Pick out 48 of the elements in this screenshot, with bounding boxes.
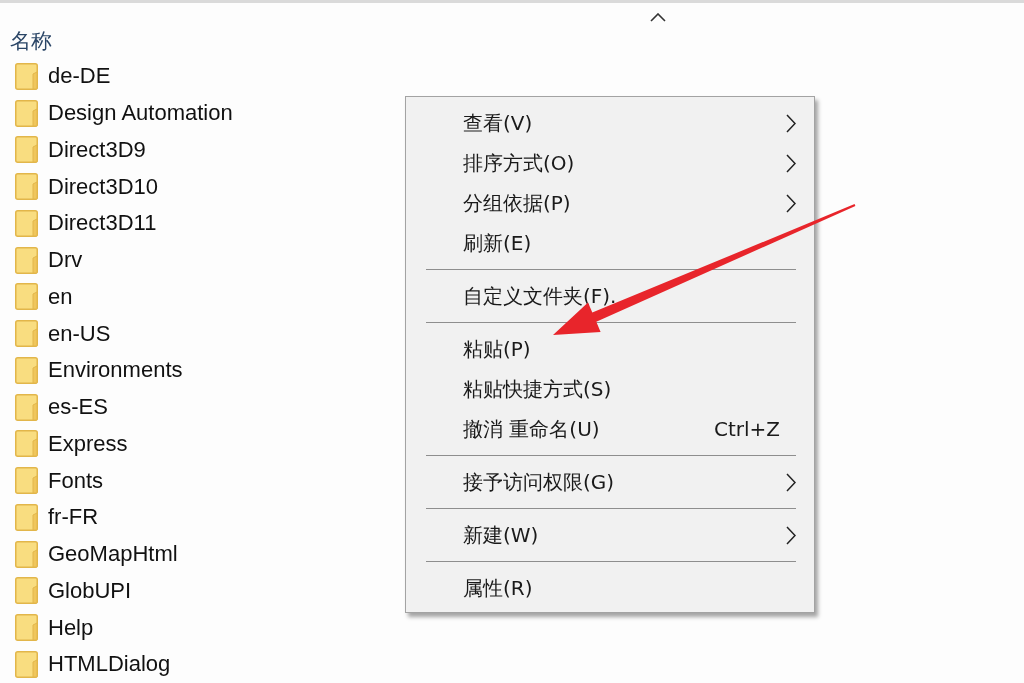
folder-name[interactable]: es-ES: [48, 394, 108, 421]
folder-icon: [15, 614, 38, 642]
folder-icon: [15, 173, 38, 201]
menu-item[interactable]: 接予访问权限(G): [406, 462, 814, 502]
folder-icon: [15, 393, 38, 421]
folder-name[interactable]: Direct3D9: [48, 136, 146, 163]
folder-icon: [15, 209, 38, 237]
folder-name[interactable]: de-DE: [48, 63, 111, 90]
menu-item[interactable]: 自定义文件夹(F).: [406, 276, 814, 316]
folder-icon: [15, 650, 38, 678]
folder-name[interactable]: GeoMapHtml: [48, 541, 178, 568]
folder-icon: [15, 136, 38, 164]
chevron-up-icon: [650, 13, 666, 22]
menu-item[interactable]: 刷新(E): [406, 223, 814, 263]
folder-icon: [15, 283, 38, 311]
folder-name[interactable]: Direct3D11: [48, 210, 157, 237]
folder-name[interactable]: fr-FR: [48, 504, 99, 531]
menu-item[interactable]: 粘贴快捷方式(S): [406, 369, 814, 409]
menu-item[interactable]: 新建(W): [406, 515, 814, 555]
shortcut-text: Ctrl+Z: [713, 417, 780, 441]
folder-icon: [15, 430, 38, 458]
folder-icon: [15, 503, 38, 531]
folder-icon: [15, 62, 38, 90]
folder-icon: [15, 356, 38, 384]
folder-name[interactable]: Environments: [48, 357, 183, 384]
folder-name[interactable]: HTMLDialog: [48, 651, 171, 678]
folder-name[interactable]: GlobUPI: [48, 577, 132, 604]
menu-item[interactable]: 排序方式(O): [406, 143, 814, 183]
folder-name[interactable]: Drv: [48, 247, 83, 274]
menu-item[interactable]: 查看(V): [406, 103, 814, 143]
menu-item[interactable]: 属性(R): [406, 568, 814, 608]
folder-name[interactable]: Design Automation: [48, 100, 233, 127]
folder-name[interactable]: Fonts: [48, 467, 104, 494]
folder-name[interactable]: Help: [48, 614, 94, 641]
folder-icon: [15, 577, 38, 605]
folder-icon: [15, 467, 38, 495]
folder-icon: [15, 540, 38, 568]
folder-icon: [15, 246, 38, 274]
folder-name[interactable]: en-US: [48, 320, 111, 347]
folder-icon: [15, 99, 38, 127]
menu-item[interactable]: 分组依据(P): [406, 183, 814, 223]
menu-item[interactable]: 撤消 重命名(U) Ctrl+Z: [406, 409, 814, 449]
menu-item[interactable]: 粘贴(P): [406, 329, 814, 369]
folder-name[interactable]: Direct3D10: [48, 173, 159, 200]
column-header[interactable]: 名称: [10, 28, 52, 54]
folder-name[interactable]: Express: [48, 430, 128, 457]
folder-icon: [15, 320, 38, 348]
folder-name[interactable]: en: [48, 283, 73, 310]
